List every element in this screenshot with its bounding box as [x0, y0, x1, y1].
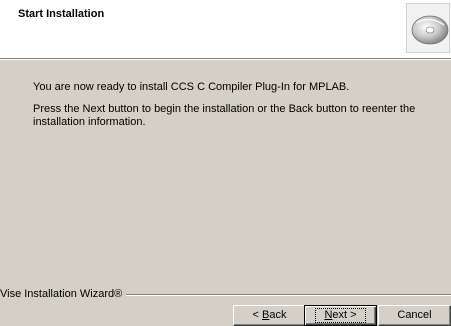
next-rest: ext > [332, 309, 357, 321]
back-prefix: < [252, 309, 262, 321]
instruction-message: Press the Next button to begin the insta… [33, 103, 416, 128]
next-focus-rect: Next > [315, 308, 366, 323]
cancel-button[interactable]: Cancel [378, 305, 451, 326]
brand-divider: Vise Installation Wizard® [0, 288, 451, 302]
cd-disc-icon [406, 3, 450, 53]
next-button[interactable]: Next > [304, 305, 377, 326]
back-button[interactable]: < Back [233, 305, 306, 326]
installer-window: Start Installation You are now ready to … [0, 0, 451, 326]
header-panel: Start Installation [0, 0, 451, 59]
brand-label: Vise Installation Wizard® [0, 288, 127, 300]
page-title: Start Installation [18, 8, 105, 20]
ready-message: You are now ready to install CCS C Compi… [33, 81, 350, 93]
back-rest: ack [269, 309, 287, 321]
